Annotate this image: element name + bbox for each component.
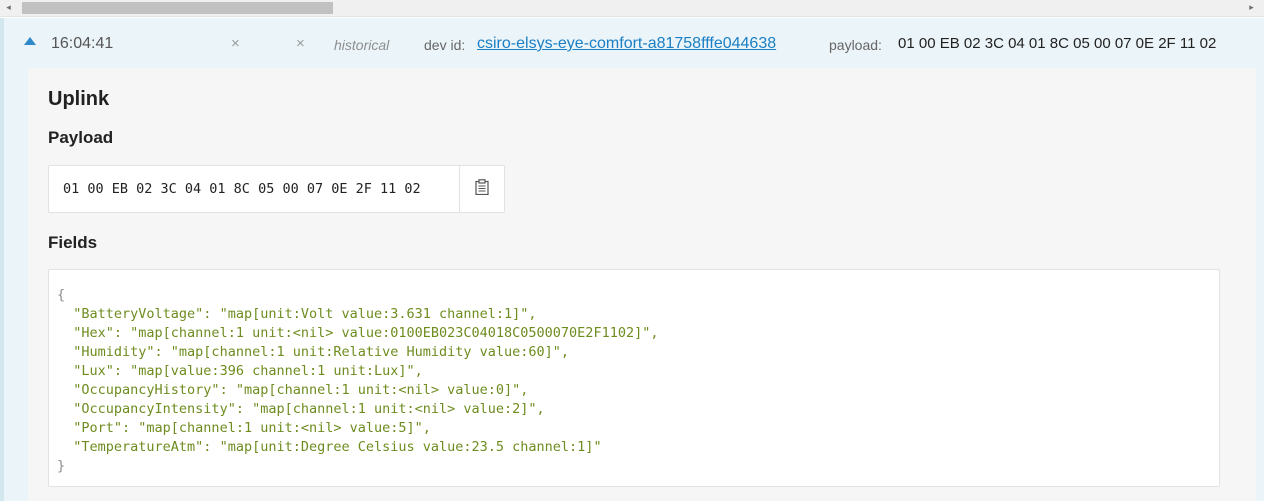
- uplink-title: Uplink: [48, 88, 110, 110]
- clipboard-icon[interactable]: [475, 178, 489, 200]
- payload-hex[interactable]: 01 00 EB 02 3C 04 01 8C 05 00 07 0E 2F 1…: [63, 181, 421, 197]
- json-line: "Lux": "map[value:396 channel:1 unit:Lux…: [73, 363, 423, 379]
- caret-up-icon[interactable]: [24, 37, 36, 45]
- json-line: "Port": "map[channel:1 unit:<nil> value:…: [73, 420, 431, 436]
- fields-title: Fields: [48, 233, 98, 252]
- close-icon: ×: [231, 35, 240, 52]
- json-line: "Hex": "map[channel:1 unit:<nil> value:0…: [73, 325, 659, 341]
- uplink-section: Uplink Payload 01 00 EB 02 3C 04 01 8C 0…: [28, 68, 1256, 501]
- fields-json-box: { "BatteryVoltage": "map[unit:Volt value…: [48, 269, 1220, 487]
- dev-id-link[interactable]: csiro-elsys-eye-comfort-a81758fffe044638: [477, 34, 776, 54]
- scroll-right-arrow-icon[interactable]: ▸: [1243, 0, 1260, 17]
- close-icon: ×: [296, 35, 305, 52]
- fields-json: { "BatteryVoltage": "map[unit:Volt value…: [57, 286, 658, 476]
- payload-title: Payload: [48, 128, 114, 147]
- json-line: "BatteryVoltage": "map[unit:Volt value:3…: [73, 306, 537, 322]
- event-row[interactable]: 16:04:41 × × historical dev id: csiro-el…: [0, 18, 1264, 68]
- scrollbar-thumb[interactable]: [22, 2, 333, 14]
- event-time: 16:04:41: [51, 35, 114, 52]
- scroll-left-arrow-icon[interactable]: ◂: [0, 0, 17, 17]
- copy-button[interactable]: [459, 166, 504, 212]
- dev-id-label: dev id:: [424, 37, 466, 53]
- json-close-brace: }: [57, 458, 66, 474]
- horizontal-scrollbar[interactable]: ◂ ▸: [0, 0, 1264, 17]
- payload-box: 01 00 EB 02 3C 04 01 8C 05 00 07 0E 2F 1…: [48, 165, 505, 213]
- json-line: "Humidity": "map[channel:1 unit:Relative…: [73, 344, 570, 360]
- json-open-brace: {: [57, 287, 66, 303]
- json-line: "OccupancyHistory": "map[channel:1 unit:…: [73, 382, 529, 398]
- payload-label: payload:: [829, 37, 882, 53]
- json-line: "TemperatureAtm": "map[unit:Degree Celsi…: [73, 439, 602, 455]
- event-detail-panel: Uplink Payload 01 00 EB 02 3C 04 01 8C 0…: [0, 68, 1264, 501]
- payload-value: 01 00 EB 02 3C 04 01 8C 05 00 07 0E 2F 1…: [898, 35, 1217, 52]
- historical-badge: historical: [334, 37, 390, 53]
- json-line: "OccupancyIntensity": "map[channel:1 uni…: [73, 401, 545, 417]
